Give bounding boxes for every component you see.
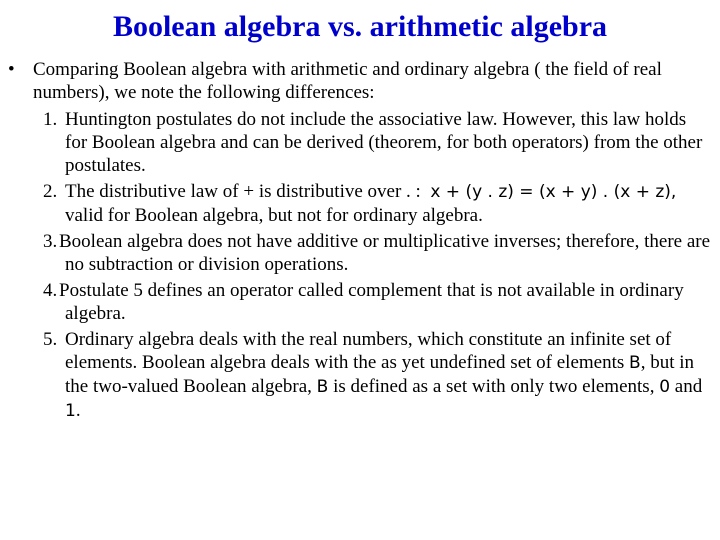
item-text: Boolean algebra does not have additive o… — [59, 231, 711, 275]
slide-content: • Comparing Boolean algebra with arithme… — [0, 58, 720, 426]
bullet-point: • Comparing Boolean algebra with arithme… — [0, 58, 707, 104]
list-item-4: 4.Postulate 5 defines an operator called… — [0, 279, 711, 325]
item-text-5: . — [75, 400, 81, 421]
item-text: Postulate 5 defines an operator called c… — [59, 280, 684, 324]
slide-title: Boolean algebra vs. arithmetic algebra — [112, 10, 608, 43]
item-text-3: is defined as a set with only two elemen… — [333, 376, 655, 397]
symbol-zero: 0 — [659, 377, 671, 397]
symbol-b: B — [629, 353, 641, 373]
item-number: 3. — [43, 231, 58, 252]
list-item-1: 1. Huntington postulates do not include t… — [0, 108, 711, 177]
item-text-before: The distributive law of + is distributiv… — [65, 181, 421, 202]
bullet-icon: • — [8, 59, 15, 80]
list-item-2: 2. The distributive law of + is distribut… — [0, 180, 711, 227]
item-text: Huntington postulates do not include the… — [65, 109, 703, 176]
item-text-after: valid for Boolean algebra, but not for o… — [65, 205, 483, 226]
distributive-formula: x + (y . z) = (x + y) . (x + z), — [430, 182, 677, 202]
symbol-one: 1 — [65, 401, 76, 421]
differences-list: 1. Huntington postulates do not include t… — [0, 108, 720, 423]
item-text-4: and — [674, 376, 703, 397]
item-number: 2. — [43, 181, 58, 202]
item-number: 4. — [43, 280, 58, 301]
list-item-3: 3.Boolean algebra does not have additive… — [0, 230, 711, 276]
item-number: 5. — [43, 329, 58, 350]
symbol-b: B — [316, 377, 329, 397]
bullet-text: Comparing Boolean algebra with arithmeti… — [33, 59, 662, 103]
item-text-1: Ordinary algebra deals with the real num… — [65, 329, 672, 373]
item-number: 1. — [43, 109, 58, 130]
list-item-5: 5. Ordinary algebra deals with the real n… — [0, 328, 711, 423]
